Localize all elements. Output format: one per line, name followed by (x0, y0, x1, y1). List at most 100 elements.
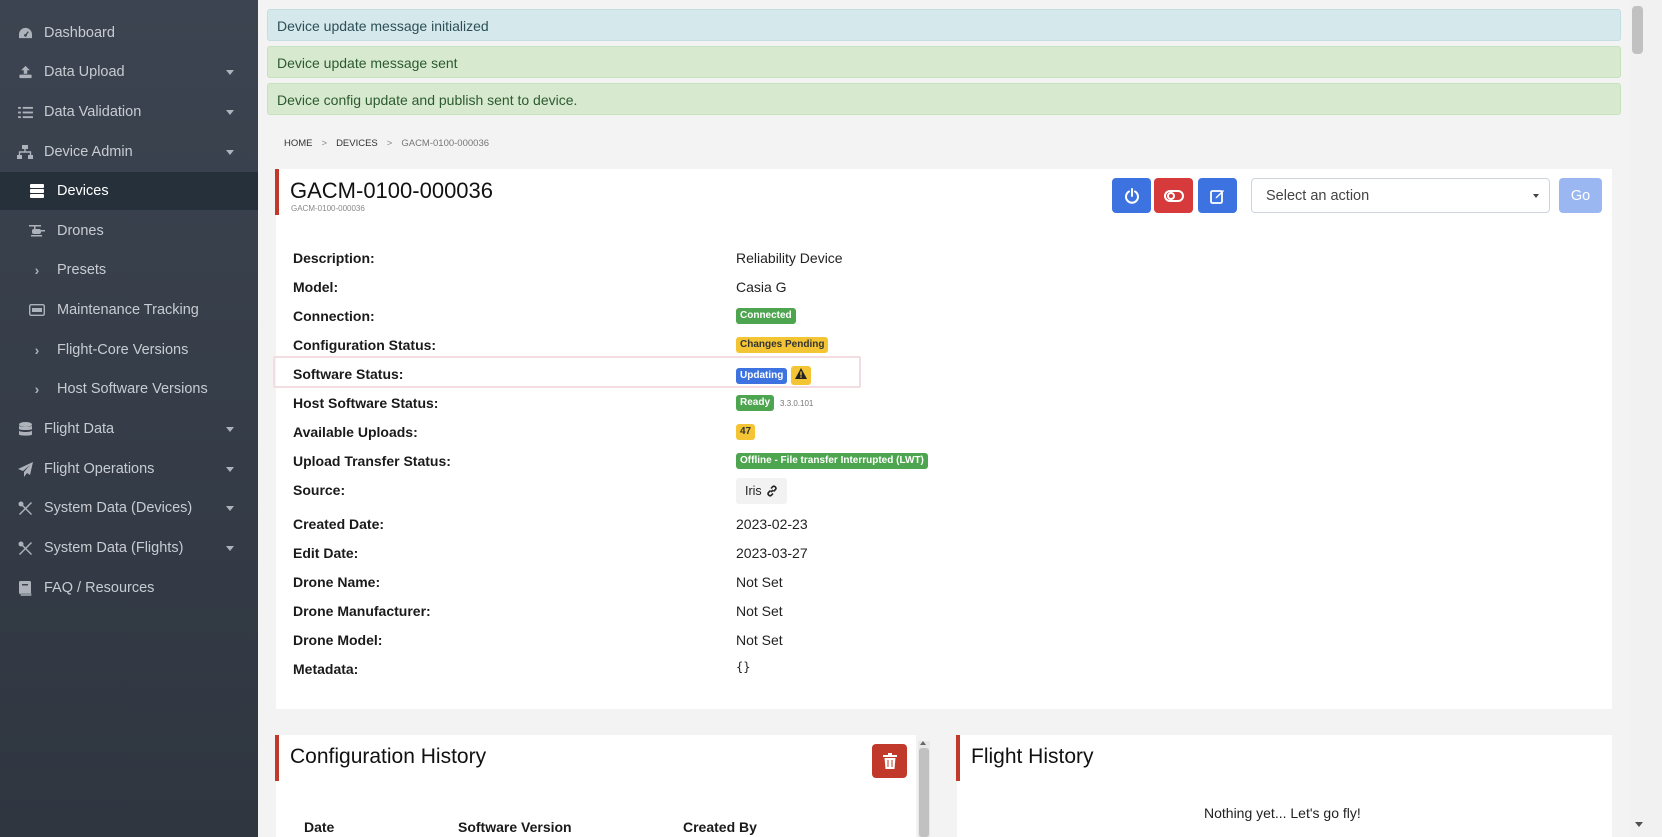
model-value: Casia G (736, 279, 787, 295)
edit-date-value: 2023-03-27 (736, 545, 808, 561)
sidebar-item-devices[interactable]: Devices (0, 172, 258, 210)
drone-manufacturer-label: Drone Manufacturer: (293, 603, 431, 619)
config-status-label: Configuration Status: (293, 337, 437, 353)
sidebar-item-data-upload[interactable]: Data Upload (0, 53, 258, 91)
edit-icon (1209, 189, 1224, 204)
source-text: Iris (745, 484, 762, 498)
connection-label: Connection: (293, 308, 375, 324)
toggle-button[interactable] (1154, 178, 1193, 213)
description-label: Description: (293, 250, 375, 266)
page-scrollbar[interactable] (1630, 0, 1662, 837)
sidebar-item-flight-data[interactable]: Flight Data (0, 410, 258, 448)
dashboard-icon (17, 25, 33, 41)
created-date-label: Created Date: (293, 516, 385, 532)
sidebar-item-flight-operations[interactable]: Flight Operations (0, 450, 258, 488)
sidebar: Dashboard Data Upload Data Validation De… (0, 0, 258, 837)
sidebar-item-system-data-devices[interactable]: System Data (Devices) (0, 489, 258, 527)
chevron-down-icon (226, 506, 234, 511)
sidebar-item-label: Devices (57, 183, 109, 199)
description-text: Reliability Device (736, 250, 843, 266)
warning-icon[interactable] (791, 366, 812, 385)
flight-history-title: Flight History (971, 745, 1094, 768)
tools-icon (17, 500, 33, 516)
link-icon (766, 485, 777, 497)
connection-value: Connected (736, 308, 796, 324)
source-value: Iris (736, 478, 787, 504)
host-software-version: 3.3.0.101 (780, 398, 814, 408)
sidebar-item-host-software-versions[interactable]: › Host Software Versions (0, 370, 258, 408)
sidebar-item-label: System Data (Flights) (44, 540, 184, 556)
drone-name-text: Not Set (736, 574, 783, 590)
metadata-text: {} (736, 660, 751, 674)
page-scroll-thumb[interactable] (1632, 6, 1643, 54)
paper-plane-icon (17, 461, 33, 477)
upload-transfer-status-badge: Offline - File transfer Interrupted (LWT… (736, 453, 928, 469)
history-scroll-thumb[interactable] (919, 748, 929, 837)
sidebar-item-label: Dashboard (44, 25, 115, 41)
chevron-down-icon (226, 150, 234, 155)
created-date-text: 2023-02-23 (736, 516, 808, 532)
sidebar-item-faq-resources[interactable]: FAQ / Resources (0, 569, 258, 607)
sidebar-item-label: Presets (57, 262, 107, 278)
scroll-down-icon[interactable] (1635, 822, 1643, 827)
sidebar-item-maintenance-tracking[interactable]: Maintenance Tracking (0, 291, 258, 329)
sidebar-item-flight-core-versions[interactable]: › Flight-Core Versions (0, 331, 258, 369)
model-label: Model: (293, 279, 339, 295)
delete-history-button[interactable] (872, 744, 907, 778)
sidebar-item-label: Drones (57, 223, 104, 239)
sidebar-item-device-admin[interactable]: Device Admin (0, 133, 258, 171)
breadcrumb-home[interactable]: HOME (284, 138, 313, 149)
metadata-value: {} (736, 660, 750, 674)
action-select[interactable]: Select an action (1251, 178, 1550, 213)
column-header-software-version[interactable]: Software Version (458, 819, 572, 835)
edit-button[interactable] (1198, 178, 1237, 213)
sitemap-icon (17, 144, 33, 160)
alert-update-initialized: Device update message initialized (267, 9, 1621, 41)
drone-name-label: Drone Name: (293, 574, 381, 590)
sidebar-item-label: Flight Data (44, 421, 115, 437)
connection-badge: Connected (736, 308, 796, 324)
drone-model-text: Not Set (736, 632, 783, 648)
card-accent-bar (275, 735, 279, 781)
created-date-value: 2023-02-23 (736, 516, 808, 532)
go-button[interactable]: Go (1559, 178, 1602, 213)
sidebar-item-system-data-flights[interactable]: System Data (Flights) (0, 529, 258, 567)
power-button[interactable] (1112, 178, 1151, 213)
drone-name-value: Not Set (736, 574, 783, 590)
sidebar-item-label: Device Admin (44, 144, 133, 160)
breadcrumb-devices[interactable]: DEVICES (336, 138, 378, 149)
page-title: GACM-0100-000036 (290, 178, 494, 203)
sidebar-item-presets[interactable]: › Presets (0, 251, 258, 289)
alert-text: Device update message sent (277, 55, 458, 71)
alert-text: Device update message initialized (277, 18, 489, 34)
chevron-down-icon (226, 110, 234, 115)
drone-manufacturer-text: Not Set (736, 603, 783, 619)
source-link[interactable]: Iris (736, 478, 787, 504)
column-header-created-by[interactable]: Created By (683, 819, 757, 835)
action-select-value: Select an action (1266, 188, 1370, 204)
sidebar-item-label: Data Validation (44, 104, 142, 120)
config-status-value: Changes Pending (736, 337, 829, 353)
chevron-down-icon (226, 546, 234, 551)
host-software-status-badge: Ready (736, 395, 775, 411)
hdd-icon (29, 302, 45, 318)
sidebar-item-drones[interactable]: Drones (0, 212, 258, 250)
card-accent-bar (275, 169, 279, 215)
alert-update-sent: Device update message sent (267, 46, 1621, 78)
sidebar-item-label: Maintenance Tracking (57, 302, 199, 318)
sidebar-item-label: Host Software Versions (57, 381, 208, 397)
chevron-right-icon: › (34, 342, 40, 358)
helicopter-icon (29, 223, 45, 239)
sidebar-item-dashboard[interactable]: Dashboard (0, 14, 258, 52)
chevron-right-icon: › (34, 381, 40, 397)
list-check-icon (17, 104, 33, 120)
sidebar-item-data-validation[interactable]: Data Validation (0, 93, 258, 131)
sidebar-item-label: FAQ / Resources (44, 580, 155, 596)
edit-date-label: Edit Date: (293, 545, 359, 561)
alert-config-update: Device config update and publish sent to… (267, 83, 1621, 115)
column-header-date[interactable]: Date (304, 819, 334, 835)
chevron-down-icon (226, 467, 234, 472)
drone-manufacturer-value: Not Set (736, 603, 783, 619)
scroll-up-icon[interactable] (920, 741, 926, 745)
host-software-status-value: Ready 3.3.0.101 (736, 395, 813, 411)
